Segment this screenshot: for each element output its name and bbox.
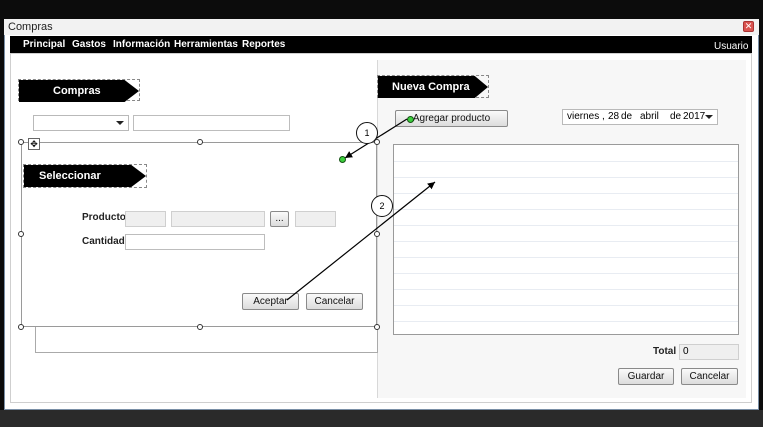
callout-1: 1: [356, 122, 378, 144]
connection-point-icon: [339, 156, 346, 163]
taskbar: [0, 410, 763, 427]
arrow-2: [286, 181, 436, 301]
callout-2: 2: [371, 195, 393, 217]
screen: Compras ✕ Principal Gastos Información H…: [0, 0, 763, 427]
